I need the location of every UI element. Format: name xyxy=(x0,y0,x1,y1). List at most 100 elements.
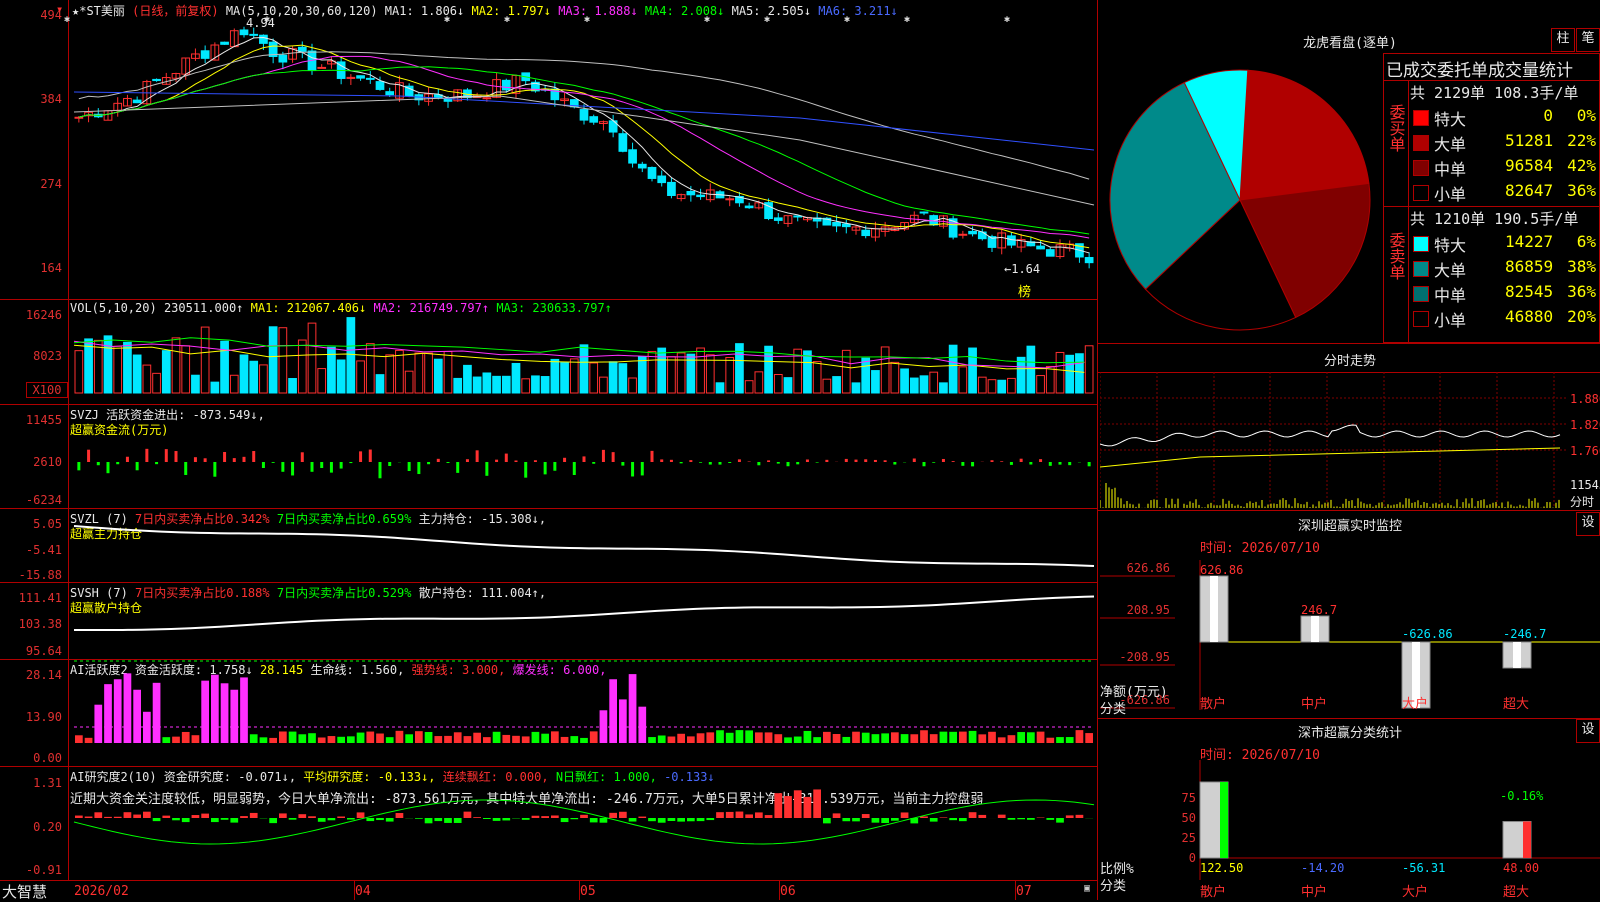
activity-bar xyxy=(376,734,384,743)
lock-icon[interactable]: ▣ xyxy=(1084,883,1090,894)
tick-mode-button[interactable]: 笔 xyxy=(1576,28,1600,52)
vol-bar xyxy=(94,340,102,393)
vol-bar xyxy=(1085,346,1093,393)
cls-category: 大户 xyxy=(1402,884,1428,900)
activity-bar xyxy=(434,736,442,743)
vol-bar xyxy=(434,359,442,393)
research-bar xyxy=(881,818,889,823)
activity-bar xyxy=(464,736,472,743)
activity-bar xyxy=(833,734,841,743)
vol-bar xyxy=(240,355,248,393)
sz-monitor-chart[interactable]: 626.86208.95-208.95-626.86626.86散户246.7中… xyxy=(1100,520,1600,710)
cls-bar-accent xyxy=(1523,822,1531,858)
research-bar xyxy=(94,812,102,818)
activity-bar xyxy=(502,735,510,743)
research-bar xyxy=(201,814,209,818)
research-bar xyxy=(716,812,724,818)
research-bar xyxy=(784,796,792,818)
research-bar xyxy=(600,818,608,823)
vol-bar xyxy=(988,380,996,393)
fund-flow-chart[interactable] xyxy=(0,404,1097,508)
research-bar xyxy=(473,817,481,818)
research-chart[interactable] xyxy=(0,766,1097,880)
cls-bar-label: -56.31 xyxy=(1402,861,1445,875)
research-bar xyxy=(619,812,627,818)
row-value: 96584 xyxy=(1505,156,1553,175)
vol-bar xyxy=(415,353,423,393)
sell-header: 共 1210单 190.5手/单 xyxy=(1410,208,1578,229)
row-name: 中单 xyxy=(1434,282,1466,306)
row-pct: 0% xyxy=(1560,106,1596,125)
vol-bar xyxy=(522,379,530,393)
candle-body xyxy=(201,51,209,59)
vol-bar xyxy=(580,345,588,393)
research-bar xyxy=(872,818,880,823)
intraday-chart[interactable] xyxy=(1100,372,1568,508)
color-swatch xyxy=(1413,311,1429,327)
cls-bar-label: -14.20 xyxy=(1301,861,1344,875)
activity-bar xyxy=(318,737,326,743)
research-bar xyxy=(124,812,132,818)
activity-bar xyxy=(823,732,831,743)
vol-bar xyxy=(386,355,394,393)
research-bar xyxy=(658,818,666,823)
vol-bar xyxy=(969,348,977,393)
volume-chart[interactable] xyxy=(0,300,1097,405)
candle-body xyxy=(969,231,977,233)
x-label: 04 xyxy=(355,884,371,899)
research-bar xyxy=(250,813,258,818)
sz-category: 散户 xyxy=(1200,696,1226,710)
row-name: 中单 xyxy=(1434,156,1466,180)
vol-bar xyxy=(629,378,637,393)
fs-tick: 1.880 xyxy=(1570,392,1600,406)
retail-position-chart[interactable] xyxy=(0,582,1097,659)
candle-body xyxy=(221,42,229,44)
row-pct: 22% xyxy=(1560,131,1596,150)
vol-bar xyxy=(464,365,472,393)
bang-badge[interactable]: 榜 xyxy=(1018,281,1031,300)
activity-bar xyxy=(804,731,812,743)
research-bar xyxy=(959,818,967,821)
activity-bar xyxy=(629,674,637,743)
sell-label: 委卖单 xyxy=(1383,232,1408,284)
vol-bar xyxy=(1056,352,1064,393)
candle-body xyxy=(580,110,588,121)
x-label: 06 xyxy=(780,884,796,899)
pie-slice xyxy=(1240,70,1369,200)
bar-mode-button[interactable]: 柱 xyxy=(1551,28,1575,52)
vol-bar xyxy=(1076,354,1084,393)
activity-bar xyxy=(842,737,850,743)
marker-star: ✱ xyxy=(444,14,450,25)
candle-body xyxy=(619,134,627,152)
ma-line xyxy=(79,67,1089,234)
activity-bar xyxy=(755,732,763,743)
activity-bar xyxy=(493,732,501,743)
research-bar xyxy=(1008,818,1016,820)
activity-bar xyxy=(415,731,423,743)
activity-chart[interactable] xyxy=(0,659,1097,766)
order-pie-chart[interactable] xyxy=(1100,60,1380,340)
activity-bar xyxy=(162,737,170,743)
vol-bar xyxy=(1017,357,1025,393)
activity-bar xyxy=(114,679,122,743)
candle-body xyxy=(250,34,258,35)
candle-body xyxy=(862,230,870,235)
activity-bar xyxy=(541,734,549,743)
activity-bar xyxy=(104,684,112,743)
activity-bar xyxy=(697,733,705,743)
research-bar xyxy=(668,818,676,821)
marker-star: ✱ xyxy=(504,14,510,25)
fs-tick: 11543 xyxy=(1570,478,1600,492)
research-bar xyxy=(162,816,170,818)
research-bar xyxy=(85,817,93,818)
activity-bar xyxy=(143,712,151,743)
activity-bar xyxy=(998,737,1006,743)
candlestick-chart[interactable]: ✱✱✱✱✱✱✱✱✱✱ xyxy=(0,0,1097,300)
sz-category: 中户 xyxy=(1301,696,1327,710)
classification-chart[interactable]: 7550250122.50散户-14.20中户-56.31大户48.00超大-0… xyxy=(1100,720,1600,900)
main-position-chart[interactable] xyxy=(0,508,1097,582)
activity-bar xyxy=(133,690,141,743)
research-bar xyxy=(347,818,355,820)
row-name: 大单 xyxy=(1434,257,1466,281)
activity-bar xyxy=(988,732,996,743)
